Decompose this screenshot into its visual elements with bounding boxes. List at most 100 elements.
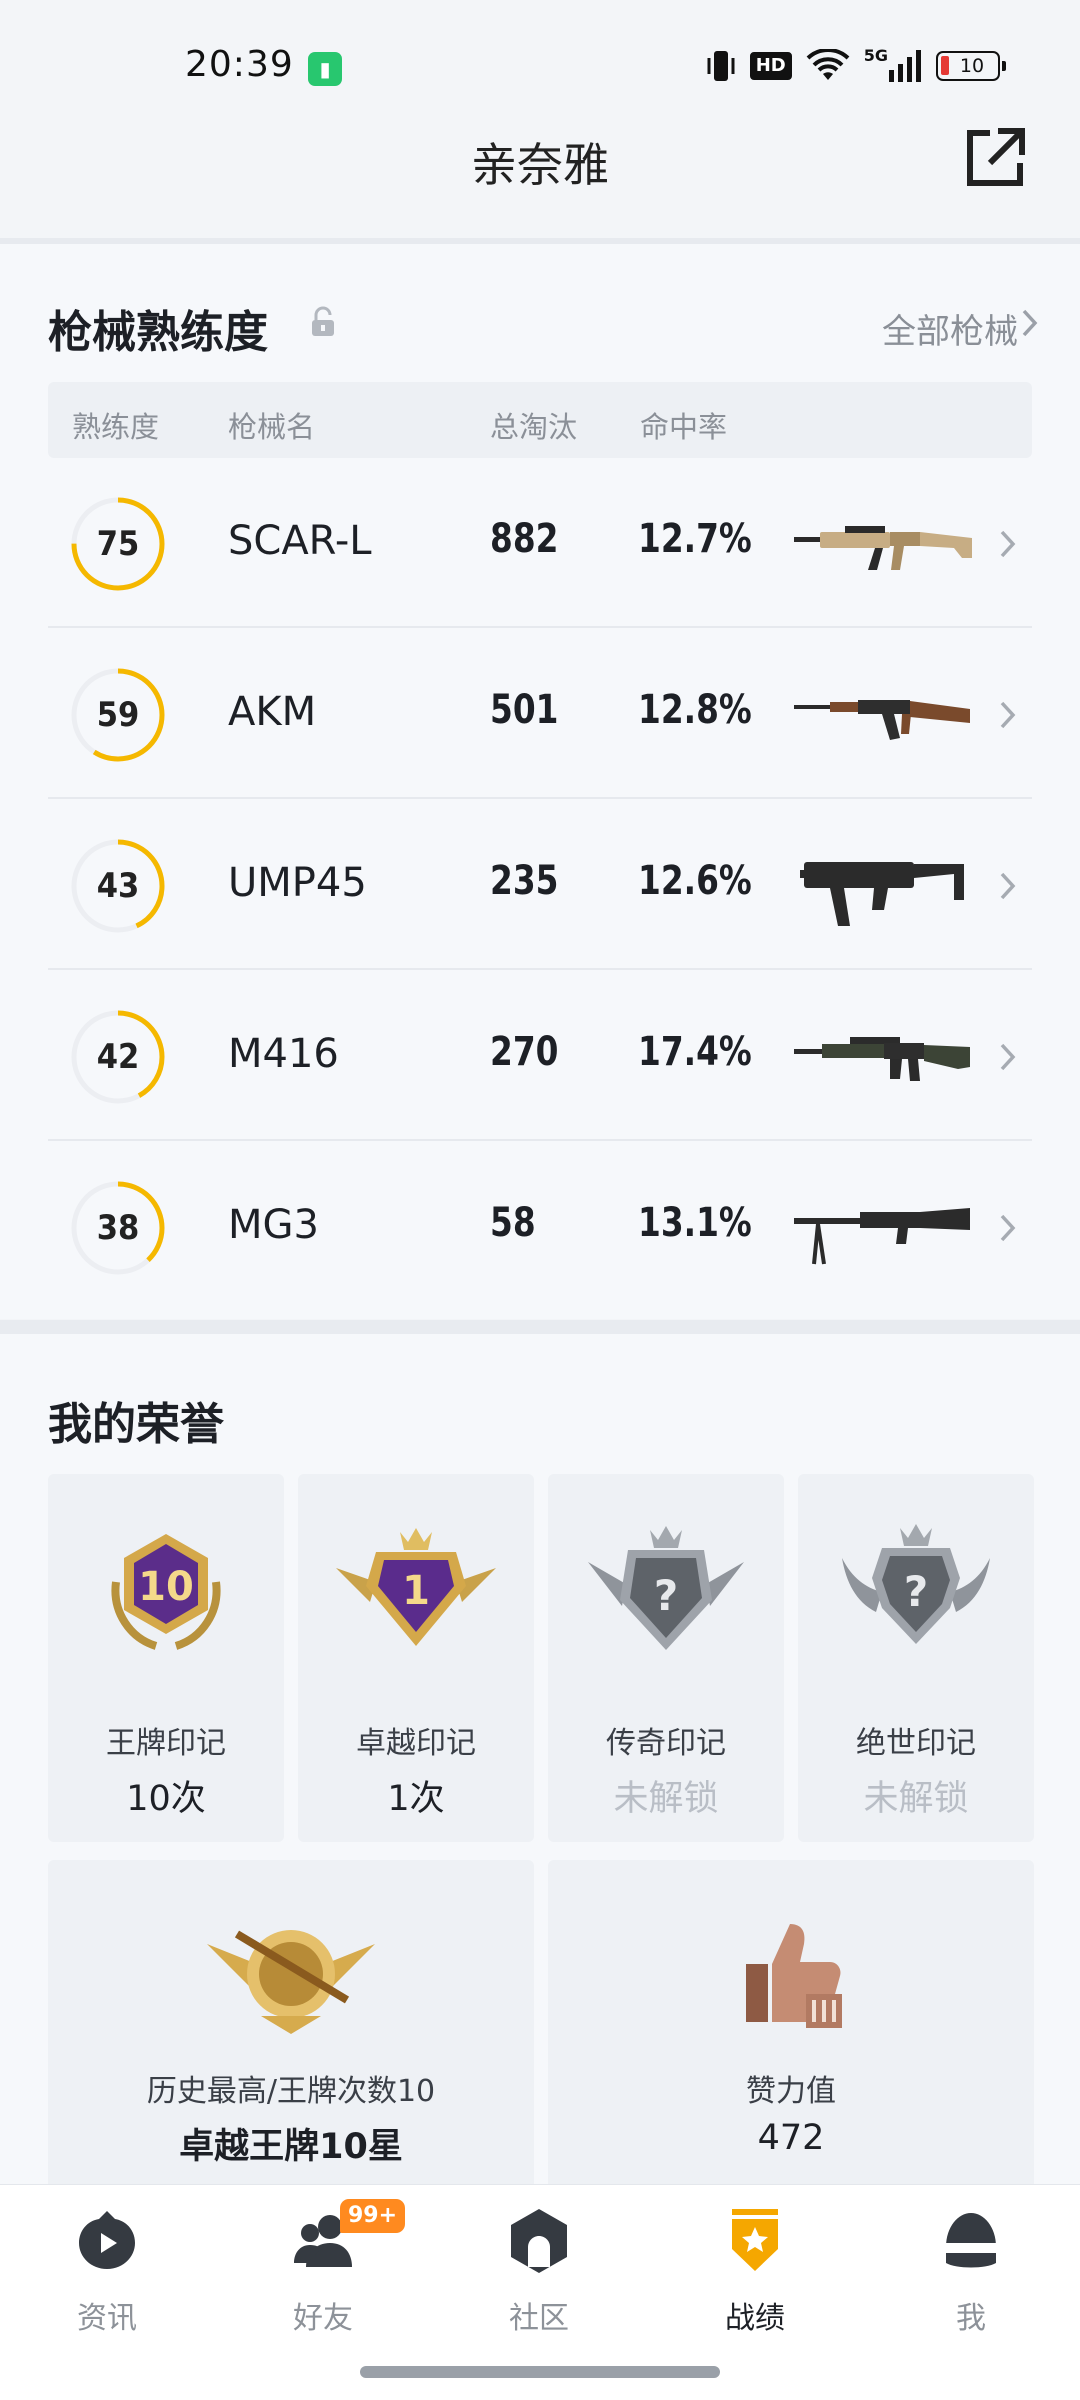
honor-value: 未解锁 xyxy=(613,1779,719,1819)
weapon-row[interactable]: 38 MG3 58 13.1% xyxy=(48,1142,1032,1312)
honor-card-excellence[interactable]: 1 卓越印记 1次 xyxy=(298,1474,534,1842)
honors-section: 我的荣誉 10 王牌印记 10次 1 卓越印记 1次 ? 传奇印记 未解锁 ? … xyxy=(0,1334,1080,2190)
helmet-icon xyxy=(946,2213,996,2268)
hd-badge: HD xyxy=(749,52,792,80)
lock-icon xyxy=(308,306,338,338)
proficiency-value: 38 xyxy=(96,1208,140,1248)
honor-label: 绝世印记 xyxy=(856,1726,976,1761)
app-header: 亲奈雅 xyxy=(0,115,1080,240)
nav-item-me[interactable]: 我 xyxy=(896,2207,1046,2347)
peerless-badge-icon: ? xyxy=(842,1524,990,1644)
excellence-badge-text: 1 xyxy=(402,1568,430,1614)
honor-label: 传奇印记 xyxy=(606,1726,726,1761)
weapon-name: M416 xyxy=(228,1031,339,1077)
nav-label: 我 xyxy=(956,2301,986,2336)
weapon-name: MG3 xyxy=(228,1202,319,1248)
peerless-badge-text: ? xyxy=(904,1567,928,1616)
chevron-right-icon xyxy=(1020,306,1040,340)
section-title-honors: 我的荣誉 xyxy=(48,1399,224,1450)
nav-item-community[interactable]: 社区 xyxy=(464,2207,614,2347)
weapon-accuracy: 12.8% xyxy=(638,687,752,733)
all-weapons-link[interactable]: 全部枪械 xyxy=(882,304,1018,353)
weapon-row[interactable]: 59 AKM 501 12.8% xyxy=(48,629,1032,799)
ace-badge-text: 10 xyxy=(138,1564,194,1610)
weapon-name: AKM xyxy=(228,689,317,735)
honor-label: 历史最高/王牌次数10 xyxy=(146,2074,436,2109)
news-play-icon xyxy=(79,2211,135,2269)
weapon-kills: 501 xyxy=(490,687,559,733)
mg3-machine-gun-icon xyxy=(794,1208,970,1265)
proficiency-value: 42 xyxy=(96,1037,140,1077)
column-header-weapon-name: 枪械名 xyxy=(228,410,316,444)
weapon-kills: 58 xyxy=(490,1200,536,1246)
honor-value: 卓越王牌10星 xyxy=(179,2127,403,2167)
chevron-right-icon xyxy=(998,526,1018,562)
table-header: 熟练度 枪械名 总淘汰 命中率 xyxy=(48,382,1032,458)
network-type: 5G xyxy=(863,46,888,65)
honor-value: 472 xyxy=(757,2118,825,2158)
honor-card-legend[interactable]: ? 传奇印记 未解锁 xyxy=(548,1474,784,1842)
vibrate-icon xyxy=(706,48,736,84)
nav-item-stats[interactable]: 战绩 xyxy=(680,2207,830,2347)
honor-card-peerless[interactable]: ? 绝世印记 未解锁 xyxy=(798,1474,1034,1842)
nav-label: 社区 xyxy=(509,2301,569,2336)
weapon-name: SCAR-L xyxy=(228,518,372,564)
charging-icon: ▮ xyxy=(308,52,342,86)
honor-card-highest-rank[interactable]: 历史最高/王牌次数10 卓越王牌10星 xyxy=(48,1860,534,2190)
weapon-kills: 270 xyxy=(490,1029,559,1075)
stats-shield-icon xyxy=(732,2209,778,2271)
nav-label: 好友 xyxy=(293,2301,353,2336)
m416-rifle-icon xyxy=(794,1037,970,1081)
proficiency-value: 59 xyxy=(96,695,140,735)
battery-icon: 10 xyxy=(936,51,1006,81)
thumbs-up-icon xyxy=(746,1924,842,2028)
weapon-accuracy: 17.4% xyxy=(638,1029,752,1075)
proficiency-value: 43 xyxy=(96,866,140,906)
status-time: 20:39 xyxy=(185,44,294,85)
chevron-right-icon xyxy=(998,1210,1018,1246)
cellular-signal-icon: 5G xyxy=(863,46,922,84)
proficiency-value: 75 xyxy=(96,524,140,564)
battery-level: 10 xyxy=(959,55,985,77)
weapon-row[interactable]: 42 M416 270 17.4% xyxy=(48,971,1032,1141)
community-icon xyxy=(511,2209,567,2273)
scar-l-rifle-icon xyxy=(794,526,972,570)
highest-rank-badge-icon xyxy=(207,1930,375,2034)
weapon-accuracy: 13.1% xyxy=(638,1200,752,1246)
honor-value: 未解锁 xyxy=(863,1779,969,1819)
excellence-badge-icon: 1 xyxy=(336,1528,496,1646)
ump45-smg-icon xyxy=(800,862,964,926)
honor-label: 卓越印记 xyxy=(356,1726,476,1761)
chevron-right-icon xyxy=(998,868,1018,904)
column-header-accuracy: 命中率 xyxy=(640,410,728,444)
akm-rifle-icon xyxy=(794,700,970,740)
friends-notification-badge: 99+ xyxy=(340,2199,406,2233)
honor-card-ace[interactable]: 10 王牌印记 10次 xyxy=(48,1474,284,1842)
wifi-icon xyxy=(806,48,850,84)
chevron-right-icon xyxy=(998,1039,1018,1075)
nav-label: 资讯 xyxy=(77,2301,137,2336)
share-icon[interactable] xyxy=(960,123,1030,193)
chevron-right-icon xyxy=(998,697,1018,733)
honor-card-likes[interactable]: 赞力值 472 xyxy=(548,1860,1034,2190)
weapon-row[interactable]: 43 UMP45 235 12.6% xyxy=(48,800,1032,970)
weapon-accuracy: 12.7% xyxy=(638,516,752,562)
nav-label: 战绩 xyxy=(725,2301,785,2336)
weapon-kills: 235 xyxy=(490,858,559,904)
home-indicator xyxy=(360,2366,720,2378)
column-header-proficiency: 熟练度 xyxy=(72,410,160,444)
nav-item-news[interactable]: 资讯 xyxy=(32,2207,182,2347)
honor-value: 1次 xyxy=(387,1779,445,1819)
section-divider xyxy=(0,1320,1080,1334)
weapon-proficiency-section: 枪械熟练度 全部枪械 熟练度 枪械名 总淘汰 命中率 75 SCAR-L 882… xyxy=(0,244,1080,1319)
section-title-weapons: 枪械熟练度 xyxy=(48,307,268,358)
weapon-name: UMP45 xyxy=(228,860,367,906)
ace-badge-icon: 10 xyxy=(111,1534,221,1650)
honor-value: 10次 xyxy=(126,1779,206,1819)
status-icons: HD 5G 10 xyxy=(706,46,1006,84)
weapon-accuracy: 12.6% xyxy=(638,858,752,904)
weapon-kills: 882 xyxy=(490,516,559,562)
legend-badge-icon: ? xyxy=(588,1526,744,1650)
honor-label: 王牌印记 xyxy=(106,1726,226,1761)
weapon-row[interactable]: 75 SCAR-L 882 12.7% xyxy=(48,458,1032,628)
